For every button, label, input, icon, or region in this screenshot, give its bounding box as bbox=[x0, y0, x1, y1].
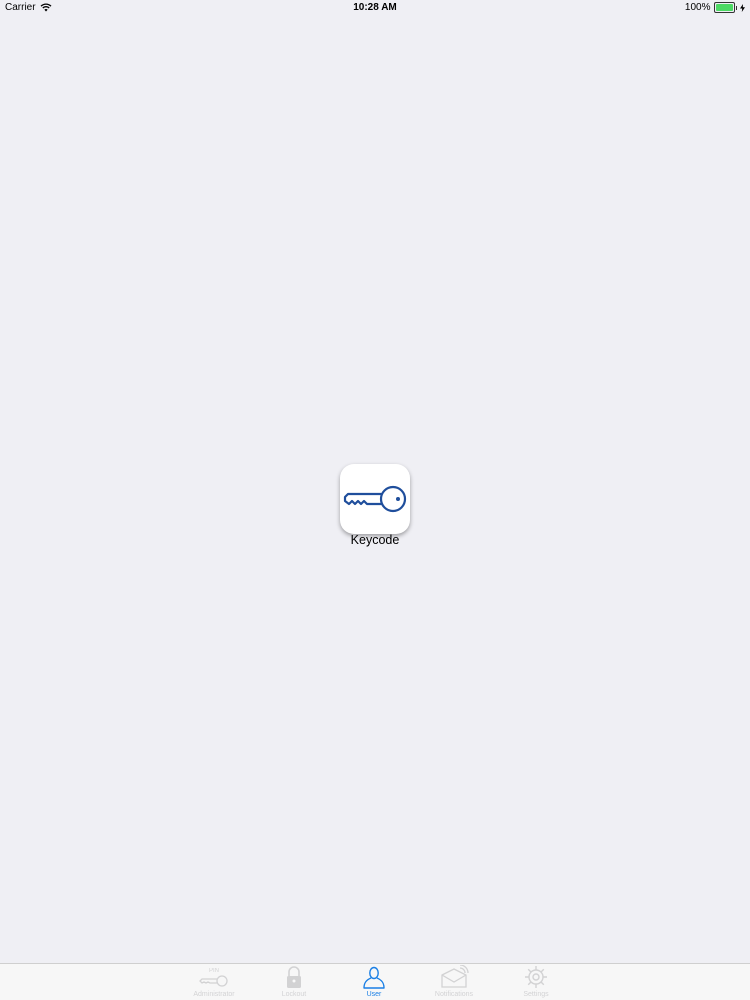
status-time: 10:28 AM bbox=[353, 2, 397, 13]
key-icon bbox=[343, 485, 407, 513]
gear-icon bbox=[525, 966, 547, 988]
keycode-app-label: Keycode bbox=[350, 533, 400, 547]
svg-text:PIN: PIN bbox=[209, 968, 219, 974]
tab-notifications[interactable]: Notifications bbox=[419, 964, 489, 1000]
pin-key-icon: PIN bbox=[199, 968, 228, 987]
tab-bar: PIN Administrator Lockout User Notificat… bbox=[0, 963, 750, 1000]
battery-fill bbox=[715, 4, 733, 11]
keycode-app-button[interactable] bbox=[340, 464, 410, 534]
tab-label-lockout: Lockout bbox=[281, 991, 307, 998]
battery-percent: 100% bbox=[684, 2, 711, 13]
status-right: 100% bbox=[685, 0, 745, 15]
charging-bolt-icon bbox=[740, 3, 745, 12]
battery-tip bbox=[735, 5, 737, 10]
tab-label-administrator: Administrator bbox=[193, 991, 235, 998]
tab-user[interactable]: User bbox=[339, 964, 409, 1000]
padlock-icon bbox=[287, 966, 301, 988]
tab-settings[interactable]: Settings bbox=[501, 964, 571, 1000]
envelope-signal-icon bbox=[441, 965, 469, 988]
user-icon bbox=[363, 966, 385, 989]
battery-icon bbox=[713, 2, 735, 13]
tab-label-notifications: Notifications bbox=[434, 991, 474, 998]
tab-administrator[interactable]: PIN Administrator bbox=[179, 964, 249, 1000]
tab-label-settings: Settings bbox=[523, 991, 549, 998]
tab-label-user: User bbox=[366, 991, 382, 998]
status-bar: Carrier 10:28 AM 100% bbox=[0, 0, 750, 16]
tab-lockout[interactable]: Lockout bbox=[259, 964, 329, 1000]
